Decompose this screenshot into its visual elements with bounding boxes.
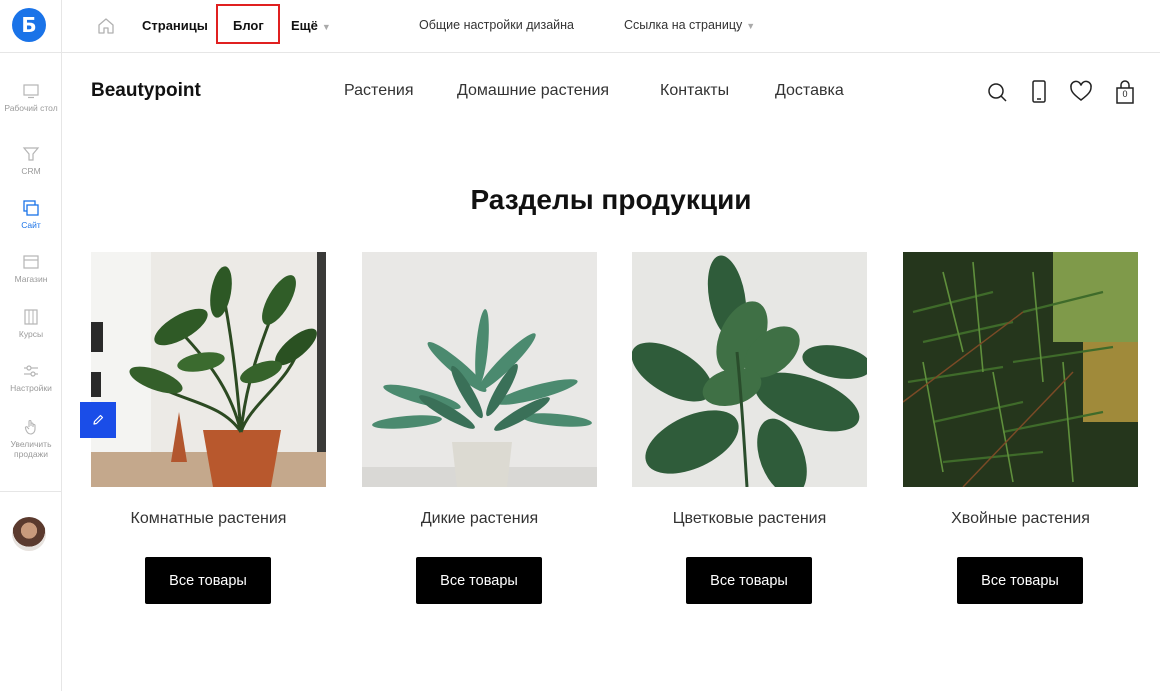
category-card: Комнатные растения Все товары	[91, 252, 326, 604]
flowering-plant-image[interactable]	[632, 252, 867, 487]
left-rail: Б Рабочий стол CRM Сайт Магазин Курсы На…	[0, 0, 62, 691]
rail-label: CRM	[21, 166, 41, 176]
category-title[interactable]: Дикие растения	[362, 510, 597, 528]
page-link-label: Ссылка на страницу	[624, 18, 743, 32]
rail-item-courses[interactable]: Курсы	[0, 308, 62, 339]
all-products-button[interactable]: Все товары	[957, 557, 1083, 604]
section-title: Разделы продукции	[470, 184, 752, 215]
category-title[interactable]: Цветковые растения	[632, 510, 867, 528]
rail-item-store[interactable]: Магазин	[0, 253, 62, 284]
cart-button[interactable]: 0	[1112, 79, 1138, 105]
category-card: Дикие растения Все товары	[362, 252, 597, 604]
category-title[interactable]: Комнатные растения	[91, 510, 326, 528]
page-link-dropdown[interactable]: Ссылка на страницу ▼	[624, 18, 755, 32]
all-products-button[interactable]: Все товары	[145, 557, 271, 604]
search-icon[interactable]	[985, 79, 1011, 105]
site-brand[interactable]: Beautypoint	[91, 80, 201, 102]
rail-item-sales[interactable]: Увеличить продажи	[0, 418, 62, 459]
app-window: Б Рабочий стол CRM Сайт Магазин Курсы На…	[0, 0, 1160, 691]
store-icon	[23, 255, 39, 269]
nav-item-home-plants[interactable]: Домашние растения	[457, 82, 609, 100]
divider	[0, 52, 62, 53]
edit-block-button[interactable]	[80, 402, 116, 438]
desktop-icon	[23, 84, 39, 99]
rail-label: Магазин	[14, 274, 48, 284]
conifer-plant-image[interactable]	[903, 252, 1138, 487]
phone-icon[interactable]	[1026, 79, 1052, 105]
chevron-down-icon: ▼	[321, 22, 331, 32]
rail-item-crm[interactable]: CRM	[0, 145, 62, 176]
wild-plant-image[interactable]	[362, 252, 597, 487]
funnel-icon	[22, 147, 40, 161]
hand-icon	[24, 419, 36, 435]
all-products-button[interactable]: Все товары	[416, 557, 542, 604]
settings-icon	[24, 365, 38, 377]
rail-label: Курсы	[18, 329, 44, 339]
nav-item-plants[interactable]: Растения	[344, 82, 414, 100]
user-avatar[interactable]	[12, 517, 46, 551]
category-card: Цветковые растения Все товары	[632, 252, 867, 604]
category-title[interactable]: Хвойные растения	[903, 510, 1138, 528]
cart-count: 0	[1122, 89, 1128, 99]
category-card: Хвойные растения Все товары	[903, 252, 1138, 604]
nav-item-contacts[interactable]: Контакты	[660, 82, 729, 100]
admin-topbar: Страницы Блог Ещё ▼ Общие настройки дизай…	[62, 0, 1160, 53]
courses-icon	[24, 309, 38, 325]
heart-icon[interactable]	[1068, 79, 1094, 105]
design-settings-link[interactable]: Общие настройки дизайна	[419, 18, 574, 32]
rail-label: Сайт	[21, 220, 41, 230]
pencil-icon	[93, 414, 104, 425]
nav-item-delivery[interactable]: Доставка	[775, 82, 844, 100]
rail-item-settings[interactable]: Настройки	[0, 362, 62, 393]
tab-more-label: Ещё	[291, 18, 318, 33]
rail-item-desktop[interactable]: Рабочий стол	[0, 82, 62, 113]
home-icon[interactable]	[96, 16, 116, 36]
tab-more[interactable]: Ещё ▼	[291, 18, 331, 33]
all-products-button[interactable]: Все товары	[686, 557, 812, 604]
rail-label: Рабочий стол	[4, 103, 58, 113]
brand-logo[interactable]: Б	[12, 8, 46, 42]
tab-blog[interactable]: Блог	[233, 18, 264, 33]
rail-label: Увеличить продажи	[10, 439, 52, 459]
tab-pages[interactable]: Страницы	[142, 18, 208, 33]
chevron-down-icon: ▼	[746, 21, 756, 31]
indoor-plant-image[interactable]	[91, 252, 326, 487]
rail-label: Настройки	[10, 383, 52, 393]
divider	[0, 491, 62, 492]
